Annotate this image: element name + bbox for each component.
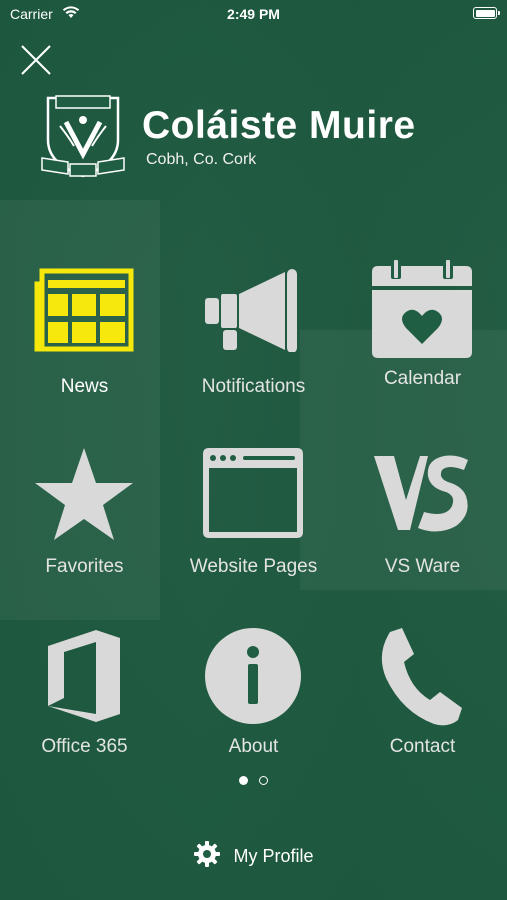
my-profile-label: My Profile: [233, 846, 314, 866]
school-crest-logo: [38, 92, 128, 182]
calendar-label: Calendar: [383, 368, 462, 389]
news-tile[interactable]: News: [0, 268, 169, 418]
page-dot-1[interactable]: [239, 776, 249, 785]
website-pages-label: Website Pages: [189, 556, 318, 577]
vs-ware-logo-icon: [372, 448, 472, 548]
office-365-tile[interactable]: Office 365: [0, 628, 169, 778]
my-profile-button[interactable]: My Profile: [0, 840, 507, 870]
star-icon: [34, 448, 134, 548]
school-location: Cobh, Co. Cork: [146, 151, 257, 168]
status-bar: Carrier 2:49 PM: [0, 0, 507, 28]
contact-tile[interactable]: Contact: [338, 628, 507, 778]
notifications-label: Notifications: [201, 376, 306, 397]
office-365-label: Office 365: [41, 736, 128, 757]
favorites-label: Favorites: [45, 556, 124, 577]
info-icon: [203, 628, 303, 728]
page-dot-2[interactable]: [258, 776, 268, 785]
close-icon: [21, 45, 51, 75]
office-365-icon: [34, 628, 134, 728]
status-time: 2:49 PM: [227, 6, 280, 22]
calendar-tile[interactable]: Calendar: [338, 258, 507, 408]
vs-ware-label: VS Ware: [384, 556, 461, 577]
school-name: Coláiste Muire: [142, 104, 416, 147]
notifications-tile[interactable]: Notifications: [169, 268, 338, 418]
calendar-heart-icon: [372, 258, 472, 358]
megaphone-icon: [203, 268, 303, 368]
contact-label: Contact: [389, 736, 456, 757]
news-label: News: [60, 376, 109, 397]
browser-window-icon: [203, 448, 303, 548]
page-indicator[interactable]: [0, 772, 507, 790]
website-pages-tile[interactable]: Website Pages: [169, 448, 338, 598]
favorites-tile[interactable]: Favorites: [0, 448, 169, 598]
newspaper-icon: [34, 268, 134, 368]
gear-icon: [193, 840, 221, 873]
vs-ware-tile[interactable]: VS Ware: [338, 448, 507, 598]
close-button[interactable]: [18, 42, 54, 78]
about-label: About: [228, 736, 279, 757]
battery-icon: [473, 7, 500, 19]
phone-icon: [372, 628, 472, 728]
about-tile[interactable]: About: [169, 628, 338, 778]
